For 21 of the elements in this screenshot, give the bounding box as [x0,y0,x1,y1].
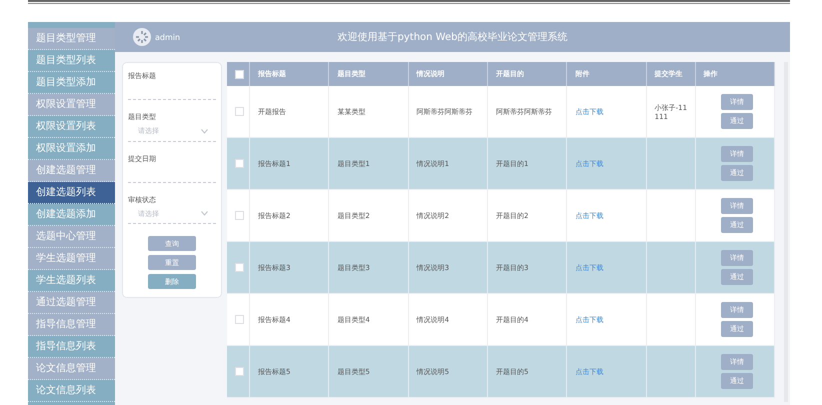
checkbox[interactable] [235,70,244,78]
user-name: admin [155,32,180,42]
menu-group[interactable]: 权限设置管理 [28,94,115,116]
page-title: 欢迎使用基于python Web的高校毕业论文管理系统 [338,30,568,44]
checkbox[interactable] [235,315,244,324]
checkbox[interactable] [235,211,244,220]
chevron-icon [201,211,208,216]
menu-group[interactable]: 题目类型管理 [28,28,115,50]
menu-group[interactable]: 选题中心管理 [28,226,115,248]
checkbox[interactable] [235,367,244,376]
menu-group[interactable]: 创建选题管理 [28,160,115,182]
menu-group[interactable]: 学生选题管理 [28,248,115,270]
menu-group[interactable]: 通过选题管理 [28,292,115,314]
menu-group[interactable]: 论文信息管理 [28,358,115,380]
chevron-icon [201,128,208,134]
checkbox[interactable] [235,263,244,272]
checkbox[interactable] [235,159,244,168]
menu-group[interactable]: 指导信息管理 [28,314,115,336]
avatar-icon [133,28,151,46]
menu-item[interactable]: 创建选题列表 [28,182,115,204]
checkbox[interactable] [235,107,244,116]
